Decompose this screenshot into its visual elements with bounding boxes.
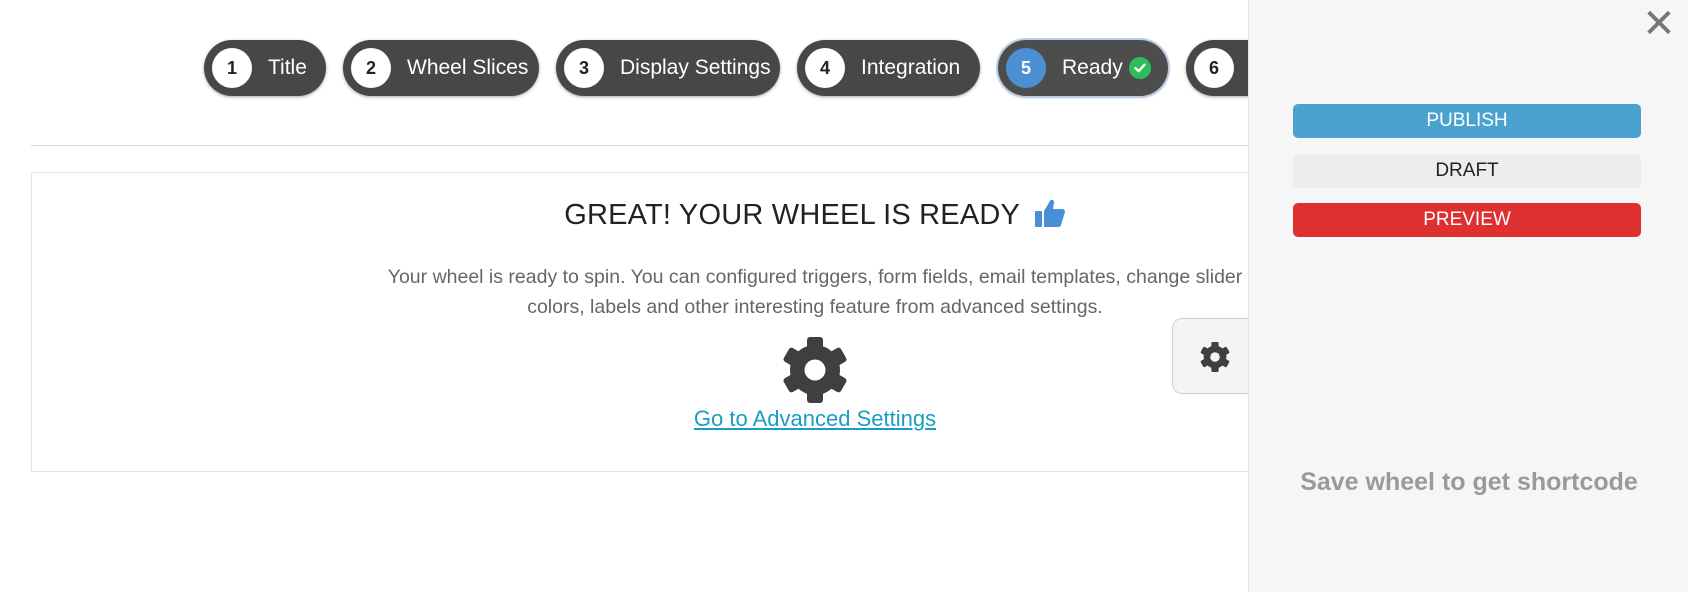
step-integration[interactable]: 4 Integration	[797, 40, 980, 96]
preview-button[interactable]: PREVIEW	[1293, 203, 1641, 237]
step-title[interactable]: 1 Title	[204, 40, 326, 96]
step-number: 2	[351, 48, 391, 88]
step-label: Integration	[861, 56, 961, 79]
step-number: 4	[805, 48, 845, 88]
description-line: colors, labels and other interesting fea…	[527, 296, 1103, 318]
publish-sidebar: ✕ PUBLISH DRAFT PREVIEW Save wheel to ge…	[1248, 0, 1688, 592]
step-label: Display Settings	[620, 56, 771, 79]
step-number: 5	[1006, 48, 1046, 88]
step-number: 1	[212, 48, 252, 88]
step-label: Title	[268, 56, 307, 79]
heading-text: GREAT! YOUR WHEEL IS READY	[564, 199, 1020, 231]
gear-icon	[783, 337, 847, 403]
check-circle-icon	[1128, 57, 1151, 79]
step-display-settings[interactable]: 3 Display Settings	[556, 40, 780, 96]
thumbs-up-icon	[1034, 198, 1066, 236]
ready-description: Your wheel is ready to spin. You can con…	[372, 262, 1258, 322]
step-label: Wheel Slices	[407, 56, 529, 79]
close-icon[interactable]: ✕	[1641, 4, 1677, 44]
divider	[31, 145, 1251, 146]
shortcode-message: Save wheel to get shortcode	[1300, 468, 1638, 496]
description-line: Your wheel is ready to spin. You can con…	[387, 266, 1243, 288]
step-wheel-slices[interactable]: 2 Wheel Slices	[343, 40, 539, 96]
gear-icon	[1200, 342, 1230, 372]
step-number: 6	[1194, 48, 1234, 88]
step-label: Ready	[1062, 56, 1123, 79]
draft-button[interactable]: DRAFT	[1293, 154, 1641, 188]
publish-button[interactable]: PUBLISH	[1293, 104, 1641, 138]
step-number: 3	[564, 48, 604, 88]
step-ready[interactable]: 5 Ready	[998, 40, 1168, 96]
